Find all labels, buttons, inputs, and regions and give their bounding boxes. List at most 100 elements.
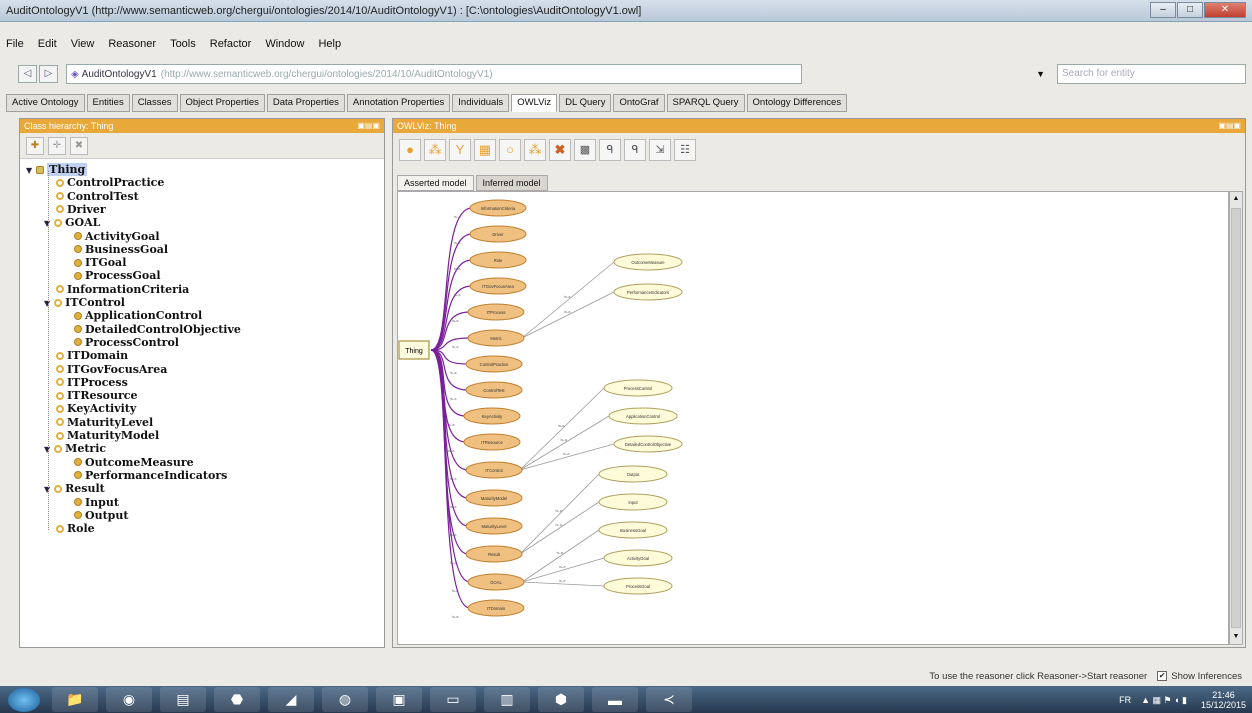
menu-help[interactable]: Help [318,38,341,50]
tree-item-informationcriteria[interactable]: InformationCriteria [56,283,189,296]
tab-object-properties[interactable]: Object Properties [179,94,265,112]
tree-item-input[interactable]: Input [74,496,119,509]
panel-controls-icon[interactable]: ▣▤▣ [1218,119,1241,133]
tray-icons[interactable]: ▲ ▦ ⚑ ◖ ▮ [1141,695,1187,706]
tab-data-properties[interactable]: Data Properties [266,94,345,112]
tree-item-label: MaturityModel [67,429,160,442]
tree-item-maturitymodel[interactable]: MaturityModel [56,429,159,442]
graph-scrollbar[interactable]: ▲ ▼ [1229,191,1243,645]
hide-class-icon[interactable]: ○ [499,139,521,161]
tree-item-output[interactable]: Output [74,509,128,522]
tab-active-ontology[interactable]: Active Ontology [6,94,85,112]
tree-item-itdomain[interactable]: ITDomain [56,349,128,362]
tree-item-itprocess[interactable]: ITProcess [56,376,128,389]
gallery-icon[interactable]: ▣ [376,687,422,712]
expand-toggle-icon[interactable]: ▼ [26,165,32,175]
tab-classes[interactable]: Classes [131,94,178,112]
hide-subclasses-icon[interactable]: ⁂ [524,139,546,161]
firefox-icon[interactable]: ◉ [106,687,152,712]
chat-icon[interactable]: ◍ [322,687,368,712]
notes-icon[interactable]: ▤ [160,687,206,712]
tab-ontology-differences[interactable]: Ontology Differences [746,94,848,112]
tree-item-result[interactable]: ▼ Result [44,482,105,495]
add-sibling-icon[interactable]: ✛ [48,136,66,155]
tree-item-businessgoal[interactable]: BusinessGoal [74,243,168,256]
tree-item-applicationcontrol[interactable]: ApplicationControl [74,309,202,322]
tree-item-controltest[interactable]: ControlTest [56,190,139,203]
show-class-icon[interactable]: ● [399,139,421,161]
language-indicator[interactable]: FR [1119,695,1131,705]
tree-item-outcomemeasure[interactable]: OutcomeMeasure [74,456,194,469]
tree-item-processgoal[interactable]: ProcessGoal [74,269,161,282]
tree-item-itgovfocusarea[interactable]: ITGovFocusArea [56,363,167,376]
minimize-button[interactable]: – [1150,2,1176,18]
menu-refactor[interactable]: Refactor [210,38,252,50]
tree-item-thing[interactable]: ▼ Thing [26,163,88,176]
forward-icon[interactable]: ▷ [38,65,58,83]
tree-item-driver[interactable]: Driver [56,203,106,216]
search-input[interactable]: Search for entity [1057,64,1247,84]
maximize-button[interactable]: □ [1177,2,1203,18]
tree-item-detailedcontrolobjective[interactable]: DetailedControlObjective [74,323,241,336]
tree-item-goal[interactable]: ▼ GOAL [44,216,100,229]
monitor-icon[interactable]: ▭ [430,687,476,712]
panel-controls-icon[interactable]: ▣▤▣ [357,119,380,133]
tree-item-maturitylevel[interactable]: MaturityLevel [56,416,153,429]
tree-item-controlpractice[interactable]: ControlPractice [56,176,164,189]
zoom-out-icon[interactable]: ᑫ [599,139,621,161]
subclass-node-label: ProcessGoal [626,584,650,589]
chevron-down-icon[interactable]: ▼ [1036,69,1045,79]
network-icon[interactable]: ▥ [484,687,530,712]
file-explorer-icon[interactable]: 📁 [52,687,98,712]
scrollbar-thumb[interactable] [1231,208,1241,628]
add-subclass-icon[interactable]: ✚ [26,136,44,155]
show-inferences-checkbox[interactable]: ✔ [1157,671,1168,681]
export-icon[interactable]: ⇲ [649,139,671,161]
app-cube-icon[interactable]: ⬢ [538,687,584,712]
tab-entities[interactable]: Entities [86,94,130,112]
menu-window[interactable]: Window [265,38,304,50]
tree-item-metric[interactable]: ▼ Metric [44,442,106,455]
back-icon[interactable]: ◁ [18,65,37,83]
hide-all-icon[interactable]: ✖ [549,139,571,161]
ontology-address[interactable]: ◈ AuditOntologyV1 (http://www.semanticwe… [65,64,803,84]
tab-owlviz[interactable]: OWLViz [511,94,558,112]
menu-reasoner[interactable]: Reasoner [108,38,156,50]
tree-item-itcontrol[interactable]: ▼ ITControl [44,296,125,309]
layout-icon[interactable]: ☷ [674,139,696,161]
close-button[interactable]: ✕ [1204,2,1246,18]
graph-canvas[interactable]: is-a is-a is-a is-a is-a is-a is-a is-a is-a is-a… [397,191,1229,645]
delete-class-icon[interactable]: ✖ [70,136,88,155]
options-icon[interactable]: ▩ [574,139,596,161]
menu-file[interactable]: File [6,38,24,50]
tab-annotation-properties[interactable]: Annotation Properties [346,94,451,112]
start-button[interactable] [8,687,40,712]
tree-item-itresource[interactable]: ITResource [56,389,138,402]
scroll-up-icon[interactable]: ▲ [1230,192,1242,206]
tab-inferred-model[interactable]: Inferred model [475,175,548,191]
tree-item-activitygoal[interactable]: ActivityGoal [74,230,160,243]
menu-edit[interactable]: Edit [38,38,57,50]
show-subclasses-icon[interactable]: ⁂ [424,139,446,161]
tree-item-performanceindicators[interactable]: PerformanceIndicators [74,469,227,482]
clock[interactable]: 21:46 15/12/2015 [1201,690,1246,710]
tab-asserted-model[interactable]: Asserted model [397,175,474,191]
tab-sparql-query[interactable]: SPARQL Query [666,94,745,112]
show-superclasses-icon[interactable]: Y [449,139,471,161]
tree-item-keyactivity[interactable]: KeyActivity [56,402,136,415]
protege-icon[interactable]: ≺ [646,687,692,712]
menu-tools[interactable]: Tools [170,38,196,50]
tab-dl-query[interactable]: DL Query [559,94,612,112]
menu-view[interactable]: View [71,38,95,50]
terminal-icon[interactable]: ▬ [592,687,638,712]
tree-item-processcontrol[interactable]: ProcessControl [74,336,179,349]
tab-ontograf[interactable]: OntoGraf [613,94,665,112]
scroll-down-icon[interactable]: ▼ [1230,630,1242,644]
pdf-reader-icon[interactable]: ⬣ [214,687,260,712]
tree-item-role[interactable]: Role [56,522,95,535]
zoom-in-icon[interactable]: ᑫ [624,139,646,161]
tool-icon[interactable]: ◢ [268,687,314,712]
tab-individuals[interactable]: Individuals [452,94,510,112]
show-equivalents-icon[interactable]: ▦ [474,139,496,161]
tree-item-itgoal[interactable]: ITGoal [74,256,126,269]
